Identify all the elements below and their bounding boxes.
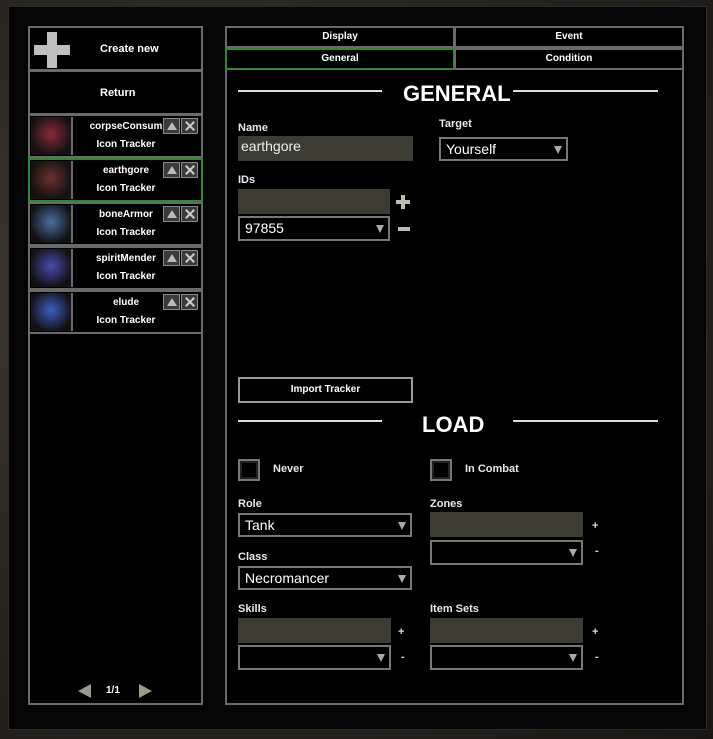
name-value: earthgore xyxy=(241,138,301,154)
load-divider-right xyxy=(513,420,658,422)
item-sets-label: Item Sets xyxy=(430,603,479,615)
tracker-type: Icon Tracker xyxy=(96,271,156,282)
chevron-down-icon xyxy=(376,225,384,233)
role-dropdown[interactable]: Tank xyxy=(238,513,412,537)
move-up-icon[interactable] xyxy=(163,118,180,134)
delete-icon[interactable] xyxy=(181,250,198,266)
target-value: Yourself xyxy=(446,141,497,157)
add-skill-icon[interactable]: + xyxy=(398,626,404,638)
header-divider-right xyxy=(513,90,658,92)
return-label: Return xyxy=(100,87,136,99)
move-up-icon[interactable] xyxy=(163,162,180,178)
tracker-row[interactable]: spiritMender Icon Tracker xyxy=(28,246,203,290)
add-item-set-icon[interactable]: + xyxy=(592,626,598,638)
page-indicator: 1/1 xyxy=(106,685,120,696)
tracker-name: elude xyxy=(112,297,140,308)
chevron-down-icon xyxy=(398,575,406,583)
delete-icon[interactable] xyxy=(181,294,198,310)
tracker-type: Icon Tracker xyxy=(96,315,156,326)
move-up-icon[interactable] xyxy=(163,294,180,310)
general-header: GENERAL xyxy=(403,81,511,106)
name-label: Name xyxy=(238,122,268,134)
tracker-name: corpseConsum xyxy=(89,121,163,132)
move-up-icon[interactable] xyxy=(163,206,180,222)
import-tracker-button[interactable]: Import Tracker xyxy=(238,377,413,403)
tracker-name: earthgore xyxy=(102,165,150,176)
target-dropdown[interactable]: Yourself xyxy=(439,137,568,161)
remove-id-icon[interactable] xyxy=(398,227,410,231)
delete-icon[interactable] xyxy=(181,162,198,178)
chevron-down-icon xyxy=(569,549,577,557)
ids-selected-value: 97855 xyxy=(245,220,284,236)
delete-icon[interactable] xyxy=(181,118,198,134)
zones-dropdown[interactable] xyxy=(430,540,583,565)
prev-page-icon[interactable] xyxy=(78,684,91,698)
return-button[interactable]: Return xyxy=(28,70,203,115)
corpse-consume-icon xyxy=(31,117,73,155)
tracker-name: spiritMender xyxy=(95,253,156,264)
never-label: Never xyxy=(273,463,304,475)
tracker-name: boneArmor xyxy=(99,209,153,220)
ids-dropdown[interactable]: 97855 xyxy=(238,216,390,241)
add-id-icon[interactable] xyxy=(396,195,410,209)
create-new-button[interactable]: Create new xyxy=(28,26,203,71)
tracker-row[interactable]: boneArmor Icon Tracker xyxy=(28,202,203,246)
chevron-down-icon xyxy=(398,522,406,530)
name-input[interactable]: earthgore xyxy=(238,136,413,161)
never-checkbox[interactable] xyxy=(238,459,260,481)
role-label: Role xyxy=(238,498,262,510)
tracker-row[interactable]: earthgore Icon Tracker xyxy=(28,158,203,202)
remove-skill-icon[interactable]: - xyxy=(401,651,405,663)
in-combat-label: In Combat xyxy=(465,463,519,475)
role-value: Tank xyxy=(245,517,275,533)
header-divider-left xyxy=(238,90,382,92)
elude-icon xyxy=(31,293,73,331)
zones-label: Zones xyxy=(430,498,463,510)
zones-input[interactable] xyxy=(430,512,583,537)
tracker-type: Icon Tracker xyxy=(96,183,156,194)
class-value: Necromancer xyxy=(245,570,330,586)
bone-armor-icon xyxy=(31,205,73,243)
tracker-row[interactable]: elude Icon Tracker xyxy=(28,290,203,334)
tracker-type: Icon Tracker xyxy=(96,139,156,150)
skills-dropdown[interactable] xyxy=(238,645,391,670)
create-new-label: Create new xyxy=(100,43,159,55)
class-dropdown[interactable]: Necromancer xyxy=(238,566,412,590)
chevron-down-icon xyxy=(377,654,385,662)
class-label: Class xyxy=(238,551,268,563)
load-divider-left xyxy=(238,420,382,422)
chevron-down-icon xyxy=(569,654,577,662)
ids-label: IDs xyxy=(238,174,256,186)
tracker-row[interactable]: corpseConsum Icon Tracker xyxy=(28,114,203,158)
remove-item-set-icon[interactable]: - xyxy=(595,651,599,663)
item-sets-dropdown[interactable] xyxy=(430,645,583,670)
move-up-icon[interactable] xyxy=(163,250,180,266)
tracker-type: Icon Tracker xyxy=(96,227,156,238)
ids-input[interactable] xyxy=(238,189,390,214)
earthgore-icon xyxy=(31,161,73,199)
item-sets-input[interactable] xyxy=(430,618,583,643)
delete-icon[interactable] xyxy=(181,206,198,222)
chevron-down-icon xyxy=(554,146,562,154)
tab-general[interactable]: General xyxy=(225,48,455,70)
pager: 1/1 xyxy=(28,680,203,700)
load-header: LOAD xyxy=(422,412,485,437)
in-combat-checkbox[interactable] xyxy=(430,459,452,481)
plus-icon xyxy=(32,30,72,70)
remove-zone-icon[interactable]: - xyxy=(595,545,599,557)
skills-input[interactable] xyxy=(238,618,391,643)
tab-condition[interactable]: Condition xyxy=(454,48,684,70)
target-label: Target xyxy=(439,118,472,130)
skills-label: Skills xyxy=(238,603,267,615)
next-page-icon[interactable] xyxy=(139,684,152,698)
add-zone-icon[interactable]: + xyxy=(592,520,598,532)
spirit-mender-icon xyxy=(31,249,73,287)
tab-event[interactable]: Event xyxy=(454,26,684,48)
tab-display[interactable]: Display xyxy=(225,26,455,48)
